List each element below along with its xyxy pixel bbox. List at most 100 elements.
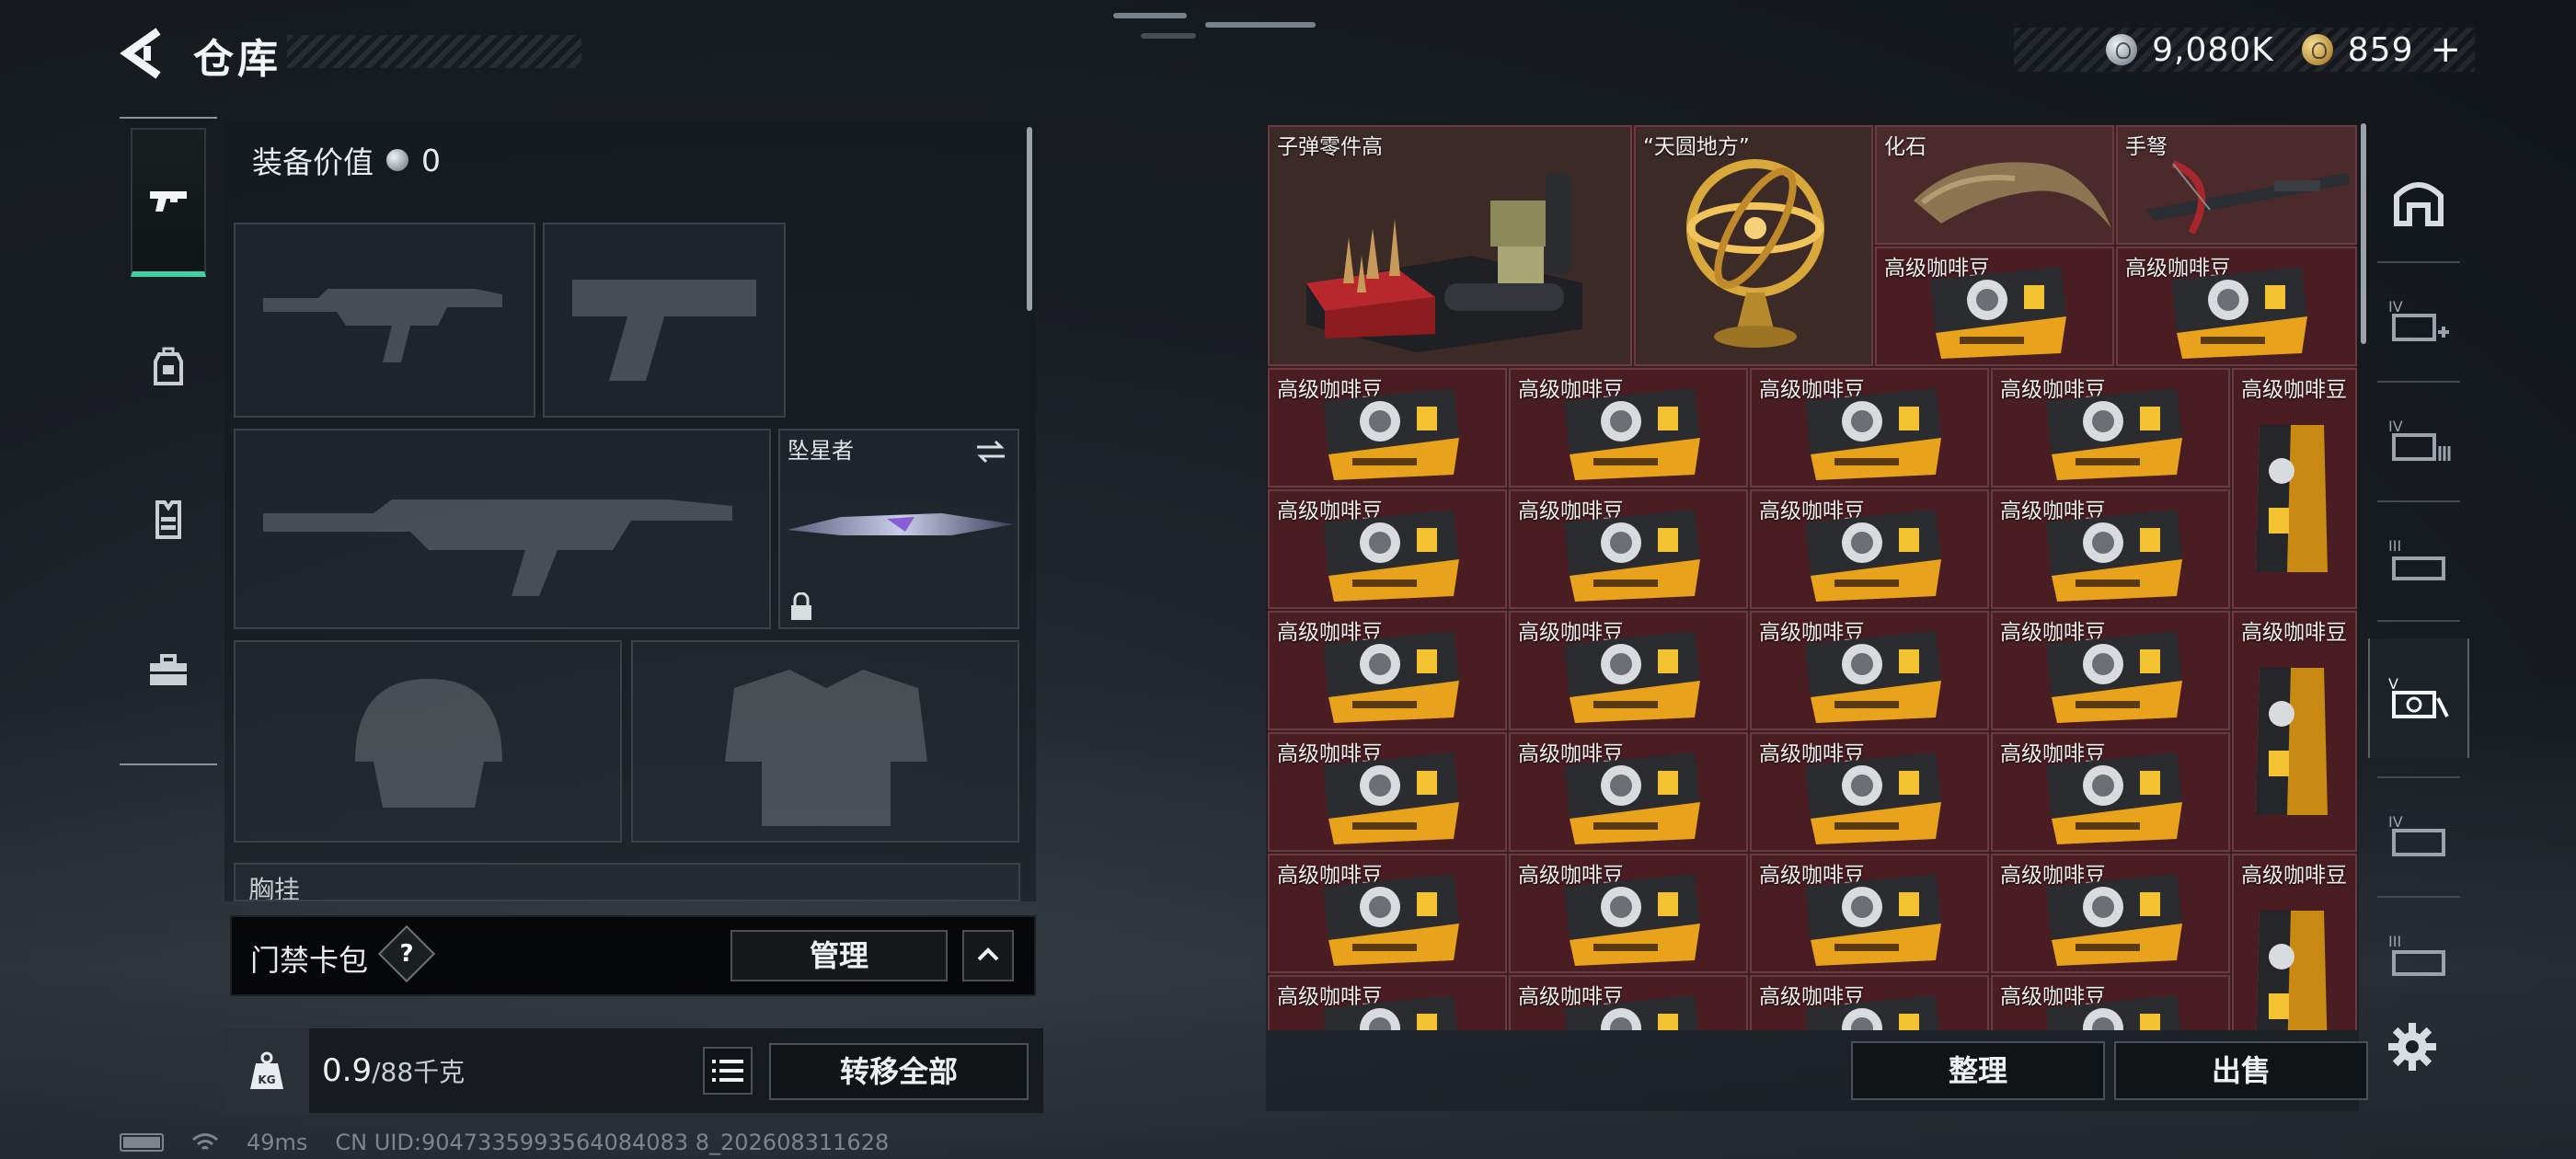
vest-icon — [155, 500, 181, 539]
category-toolbox[interactable] — [120, 597, 217, 744]
tier-label: III — [2388, 537, 2401, 555]
secondary-weapon-slot[interactable] — [234, 429, 771, 629]
stash-item-armillary-sphere[interactable]: “天圆地方” — [1634, 125, 1873, 366]
tab-stash-iv-add[interactable]: IV — [2368, 261, 2469, 381]
tab-stash-iv-list[interactable]: IV — [2368, 381, 2469, 500]
tab-stash-iii[interactable]: III — [2368, 500, 2469, 620]
coffee-bag-icon — [1323, 510, 1459, 602]
coffee-bag-icon — [1564, 388, 1700, 480]
stash-item-ammo-parts[interactable]: 子弹零件高 — [1268, 125, 1632, 366]
stash-item-crossbow[interactable]: 手弩 — [2116, 125, 2357, 245]
status-line: 49ms CN UID:9047335993564084083 8_202608… — [120, 1130, 889, 1155]
item-name: 高级咖啡豆 — [2241, 378, 2347, 402]
stash-item-coffee-beans[interactable]: 高级咖啡豆 — [1750, 854, 1989, 973]
category-vest[interactable] — [120, 445, 217, 592]
stash-grid: 子弹零件高 “天圆地方” 化石 手弩 高级咖啡豆 高级咖啡豆 高级咖啡豆 高级咖… — [1268, 125, 2357, 1030]
collapse-button[interactable] — [962, 930, 1014, 981]
armor-slot[interactable] — [631, 640, 1019, 843]
stash-item-coffee-beans[interactable]: 高级咖啡豆 — [2232, 368, 2357, 609]
toolbox-icon — [150, 654, 187, 685]
tab-stash-iv[interactable]: IV — [2368, 776, 2469, 896]
stash-item-coffee-beans[interactable]: 高级咖啡豆 — [1509, 732, 1748, 852]
stash-item-coffee-beans[interactable]: 高级咖啡豆 — [1750, 489, 1989, 609]
swap-icon[interactable] — [973, 438, 1008, 465]
weight-current: 0.9 — [322, 1052, 373, 1089]
stash-item-coffee-beans[interactable]: 高级咖啡豆 — [1509, 854, 1748, 973]
tab-stash-v[interactable]: V — [2368, 638, 2469, 758]
lock-icon — [791, 592, 811, 620]
stash-item-coffee-beans[interactable]: 高级咖啡豆 — [1268, 854, 1507, 973]
stash-item-coffee-beans[interactable]: 高级咖啡豆 — [1750, 368, 1989, 488]
sell-button[interactable]: 出售 — [2114, 1041, 2368, 1100]
stash-item-coffee-beans[interactable]: 高级咖啡豆 — [1268, 732, 1507, 852]
category-backpack[interactable] — [120, 293, 217, 441]
stash-item-coffee-beans[interactable]: 高级咖啡豆 — [1268, 368, 1507, 488]
pistol-silhouette-icon — [572, 280, 756, 381]
silver-coin-icon — [2106, 34, 2138, 65]
stash-item-coffee-beans[interactable]: 高级咖啡豆 — [1991, 975, 2230, 1030]
stash-item-coffee-beans[interactable]: 高级咖啡豆 — [1268, 975, 1507, 1030]
chest-rig-slot[interactable]: 胸挂 — [234, 863, 1020, 901]
stash-item-coffee-beans[interactable]: 高级咖啡豆 — [1750, 732, 1989, 852]
stash-item-coffee-beans[interactable]: 高级咖啡豆 — [1750, 975, 1989, 1030]
stash-item-coffee-beans[interactable]: 高级咖啡豆 — [1509, 975, 1748, 1030]
stash-item-coffee-beans[interactable]: 高级咖啡豆 — [1991, 368, 2230, 488]
silver-currency-value: 9,080K — [2152, 30, 2274, 69]
stash-item-coffee-beans[interactable]: 高级咖啡豆 — [1875, 247, 2114, 366]
back-button[interactable] — [120, 28, 166, 79]
coffee-bag-icon — [1323, 631, 1459, 723]
coffee-bag-icon — [2046, 510, 2182, 602]
crossbow-icon — [2145, 160, 2350, 235]
helmet-slot[interactable] — [234, 640, 622, 843]
stash-item-coffee-beans[interactable]: 高级咖啡豆 — [1509, 368, 1748, 488]
gold-coin-icon — [2301, 34, 2333, 65]
stash-tab-rail: IV IV III V IV III — [2368, 123, 2469, 1043]
stash-item-coffee-beans[interactable]: 高级咖啡豆 — [1268, 611, 1507, 730]
rifle-silhouette-icon — [263, 289, 502, 362]
stash-item-coffee-beans[interactable]: 高级咖啡豆 — [1268, 489, 1507, 609]
fossil-claw-icon — [1914, 162, 2111, 228]
sort-button[interactable]: 整理 — [1851, 1041, 2105, 1100]
help-glyph: ? — [399, 940, 414, 968]
stash-item-fossil[interactable]: 化石 — [1875, 125, 2114, 245]
stash-item-coffee-beans[interactable]: 高级咖啡豆 — [2116, 247, 2357, 366]
category-weapons[interactable] — [131, 128, 206, 277]
header-bar: 仓库 9,080K 859 + — [0, 0, 2576, 106]
loadout-scrollbar[interactable] — [1027, 127, 1032, 311]
primary-weapon-slot[interactable] — [234, 223, 535, 418]
armor-silhouette-icon — [725, 670, 927, 826]
transfer-all-button[interactable]: 转移全部 — [769, 1043, 1029, 1100]
equip-value-label: 装备价值 — [252, 144, 374, 180]
stash-scrollbar[interactable] — [2361, 123, 2366, 344]
list-view-button[interactable] — [703, 1047, 753, 1095]
coffee-bag-icon — [2046, 995, 2181, 1030]
equipment-value: 装备价值 0 — [252, 138, 441, 182]
backpack-icon — [154, 347, 183, 385]
settings-button[interactable] — [2386, 1021, 2438, 1073]
help-icon[interactable]: ? — [377, 924, 436, 983]
stash-item-coffee-beans[interactable]: 高级咖啡豆 — [1509, 489, 1748, 609]
add-currency-button[interactable]: + — [2430, 29, 2462, 71]
coffee-bag-icon — [1564, 752, 1700, 844]
tab-stash-iii-b[interactable]: III — [2368, 896, 2469, 1016]
tab-main-stash[interactable] — [2368, 142, 2469, 261]
stash-panel: 子弹零件高 “天圆地方” 化石 手弩 高级咖啡豆 高级咖啡豆 高级咖啡豆 高级咖… — [1266, 123, 2368, 1111]
stash-item-coffee-beans[interactable]: 高级咖啡豆 — [1991, 489, 2230, 609]
equip-value-amount: 0 — [421, 142, 441, 178]
stash-item-coffee-beans[interactable]: 高级咖啡豆 — [2232, 854, 2357, 1030]
armillary-sphere-icon — [1686, 159, 1824, 348]
stash-item-coffee-beans[interactable]: 高级咖啡豆 — [1509, 611, 1748, 730]
stash-item-coffee-beans[interactable]: 高级咖啡豆 — [1991, 611, 2230, 730]
weight-readout: 0.9/88千克 — [322, 1052, 465, 1089]
coffee-bag-icon — [2256, 911, 2328, 1030]
stash-item-coffee-beans[interactable]: 高级咖啡豆 — [1750, 611, 1989, 730]
stash-item-coffee-beans[interactable]: 高级咖啡豆 — [1991, 732, 2230, 852]
stash-item-coffee-beans[interactable]: 高级咖啡豆 — [2232, 611, 2357, 852]
coffee-bag-icon — [1323, 752, 1459, 844]
melee-slot[interactable]: 坠星者 — [778, 429, 1019, 629]
manage-button[interactable]: 管理 — [730, 930, 948, 981]
sidearm-slot[interactable] — [543, 223, 786, 418]
item-name: 高级咖啡豆 — [2241, 621, 2347, 645]
stash-item-coffee-beans[interactable]: 高级咖啡豆 — [1991, 854, 2230, 973]
uid-text: CN UID:9047335993564084083 8_20260831162… — [335, 1130, 890, 1155]
